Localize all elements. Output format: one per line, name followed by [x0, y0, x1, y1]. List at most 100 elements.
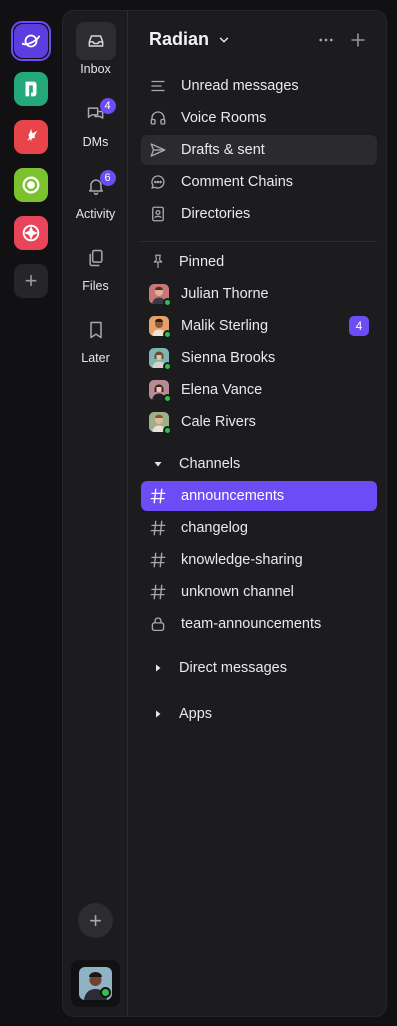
send-icon	[149, 141, 167, 159]
nav-files-label: Files	[82, 279, 109, 293]
hash-icon	[149, 583, 167, 601]
more-horizontal-icon	[319, 38, 333, 42]
channel-name: team-announcements	[181, 616, 322, 632]
online-status-dot	[163, 298, 172, 307]
nav-files[interactable]: Files	[63, 239, 128, 293]
nav-activity[interactable]: 6 Activity	[63, 167, 128, 221]
nav-later-icon-wrap	[76, 311, 116, 349]
hash-icon	[149, 487, 167, 505]
pinned-person-malik-sterling[interactable]: Malik Sterling 4	[141, 311, 377, 341]
nav-dms-icon-wrap: 4	[76, 95, 116, 133]
pinned-person-sienna-brooks[interactable]: Sienna Brooks	[141, 343, 377, 373]
section-divider	[141, 241, 377, 242]
workspace-title: Radian	[149, 29, 210, 49]
hash-icon	[149, 551, 167, 569]
menu-label: Directories	[181, 206, 251, 222]
channel-list-column: Radian Unread messages Voice Rooms Draft…	[129, 11, 387, 1016]
nav-dms[interactable]: 4 DMs	[63, 95, 128, 149]
hash-icon	[149, 519, 167, 537]
channel-knowledge-sharing[interactable]: knowledge-sharing	[141, 545, 377, 575]
planet-icon	[21, 34, 41, 48]
plus-icon	[351, 33, 365, 47]
pin-icon	[149, 253, 167, 271]
add-workspace-button[interactable]: +	[14, 264, 48, 298]
person-name: Sienna Brooks	[181, 350, 276, 366]
menu-label: Unread messages	[181, 78, 299, 94]
workspace-2[interactable]	[14, 72, 48, 106]
pinned-label: Pinned	[179, 254, 225, 270]
target-icon	[22, 176, 40, 194]
channel-name: changelog	[181, 520, 248, 536]
pinned-person-julian-thorne[interactable]: Julian Thorne	[141, 279, 377, 309]
menu-voice-rooms[interactable]: Voice Rooms	[141, 103, 377, 133]
avatar	[149, 412, 172, 435]
workspace-radian[interactable]	[14, 24, 48, 58]
nav-later-label: Later	[81, 351, 110, 365]
caret-down-icon	[151, 459, 165, 469]
menu-unread-messages[interactable]: Unread messages	[141, 71, 377, 101]
caret-right-icon	[151, 663, 165, 673]
channels-section-header[interactable]: Channels	[141, 449, 377, 479]
menu-label: Drafts & sent	[181, 142, 265, 158]
workspace-rail: +	[0, 0, 62, 1026]
sidebar-panel: Inbox 4 DMs 6 Activity Files Later + Rad…	[62, 10, 387, 1017]
menu-drafts-sent[interactable]: Drafts & sent	[141, 135, 377, 165]
doc-icon	[25, 81, 37, 97]
channel-team-announcements[interactable]: team-announcements	[141, 609, 377, 639]
apps-label: Apps	[179, 706, 213, 722]
sparkle-icon	[27, 128, 38, 142]
pinned-person-elena-vance[interactable]: Elena Vance	[141, 375, 377, 405]
pinned-person-cale-rivers[interactable]: Cale Rivers	[141, 407, 377, 437]
dms-badge: 4	[99, 98, 116, 114]
nav-files-icon-wrap	[76, 239, 116, 277]
nav-dms-label: DMs	[82, 135, 109, 149]
pinned-section-header[interactable]: Pinned	[141, 247, 377, 277]
channels-label: Channels	[179, 456, 241, 472]
nav-activity-label: Activity	[75, 207, 116, 221]
person-name: Elena Vance	[181, 382, 263, 398]
nav-inbox-icon-wrap	[75, 22, 116, 60]
person-name: Julian Thorne	[181, 286, 269, 302]
unread-count-badge: 4	[349, 316, 369, 336]
nav-inbox-label: Inbox	[80, 62, 111, 76]
menu-label: Comment Chains	[181, 174, 294, 190]
channel-unknown-channel[interactable]: unknown channel	[141, 577, 377, 607]
channel-name: announcements	[181, 488, 285, 504]
nav-later[interactable]: Later	[63, 311, 128, 365]
nav-inbox[interactable]: Inbox	[63, 22, 128, 76]
avatar	[149, 284, 172, 307]
star-icon	[22, 224, 40, 242]
workspace-switcher[interactable]: Radian	[149, 29, 231, 50]
activity-badge: 6	[99, 170, 116, 186]
headphones-icon	[149, 109, 167, 127]
online-status-dot	[163, 330, 172, 339]
avatar	[149, 316, 172, 339]
directory-icon	[149, 205, 167, 223]
workspace-4[interactable]	[14, 168, 48, 202]
apps-section-header[interactable]: Apps	[141, 699, 377, 729]
nav-add-button[interactable]: +	[78, 903, 113, 938]
workspace-3[interactable]	[14, 120, 48, 154]
lock-icon	[149, 615, 167, 633]
direct-messages-label: Direct messages	[179, 660, 287, 676]
current-user-avatar-wrap[interactable]	[71, 960, 120, 1007]
workspace-5[interactable]	[14, 216, 48, 250]
avatar	[149, 348, 172, 371]
comment-icon	[149, 173, 167, 191]
new-button[interactable]	[347, 29, 369, 51]
inbox-icon	[88, 35, 103, 47]
menu-label: Voice Rooms	[181, 110, 267, 126]
menu-directories[interactable]: Directories	[141, 199, 377, 229]
menu-comment-chains[interactable]: Comment Chains	[141, 167, 377, 197]
caret-right-icon	[151, 709, 165, 719]
online-status-dot	[163, 362, 172, 371]
avatar	[149, 380, 172, 403]
nav-column: Inbox 4 DMs 6 Activity Files Later +	[63, 11, 128, 1016]
channel-announcements[interactable]: announcements	[141, 481, 377, 511]
more-options-button[interactable]	[315, 29, 337, 51]
chevron-down-icon	[219, 37, 229, 42]
online-status-dot	[100, 987, 111, 998]
nav-activity-icon-wrap: 6	[76, 167, 116, 205]
channel-changelog[interactable]: changelog	[141, 513, 377, 543]
direct-messages-section-header[interactable]: Direct messages	[141, 653, 377, 683]
